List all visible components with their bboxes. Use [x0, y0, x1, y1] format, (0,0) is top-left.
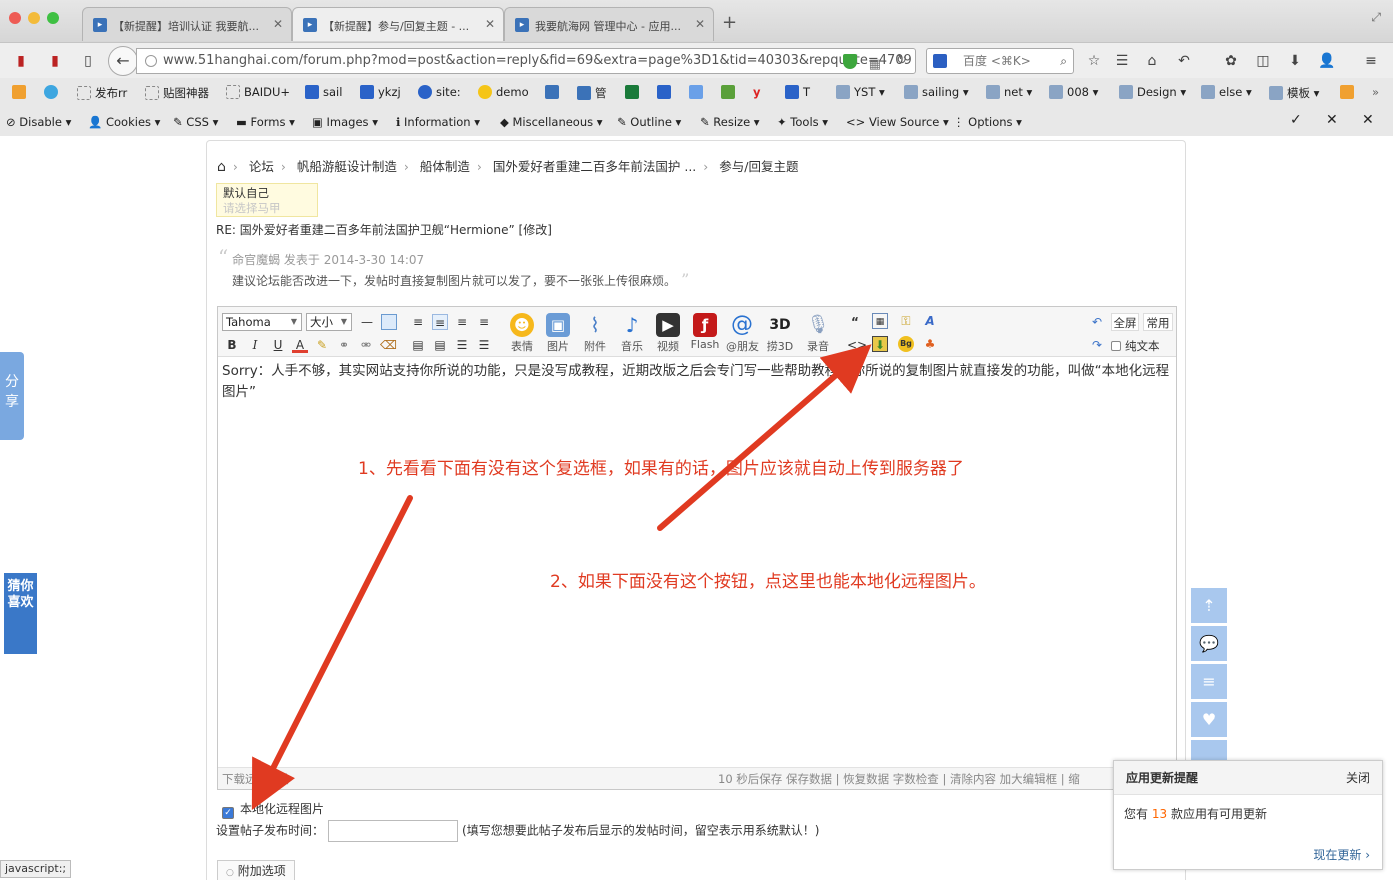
browser-tab-2-active[interactable]: ▸ 【新提醒】参与/回复主题 - ... ✕ — [292, 7, 504, 41]
bookmark-baidu[interactable]: BAIDU+ — [226, 85, 290, 99]
folder-sailing[interactable]: sailing ▾ — [904, 85, 969, 99]
page-content: ⌂ › 论坛 › 帆船游艇设计制造 › 船体制造 › 国外爱好者重建二百多年前法国护 .… — [0, 136, 1393, 880]
bookmark-red-icon[interactable]: ▮ — [12, 52, 30, 70]
bookmark-icon-2[interactable] — [44, 85, 62, 99]
bookmark-sail[interactable]: sail — [305, 85, 342, 99]
tab-title: 【新提醒】培训认证 我要航... — [113, 20, 259, 33]
close-tab-icon[interactable]: ✕ — [485, 17, 495, 31]
dev-forms[interactable]: ▬ Forms ▾ — [236, 115, 295, 129]
folder-yst[interactable]: YST ▾ — [836, 85, 885, 99]
reader-red-icon[interactable]: ▮ — [46, 52, 64, 70]
bookmark-icon-1[interactable] — [12, 85, 30, 99]
bookmark-t[interactable]: T — [785, 85, 810, 99]
bookmark-tietu[interactable]: 贴图神器 — [145, 85, 209, 101]
screenshot-icon[interactable]: ◫ — [1254, 52, 1272, 70]
search-box[interactable]: 百度 <⌘K> ⌕ — [926, 48, 1074, 74]
folder-else[interactable]: else ▾ — [1201, 85, 1252, 99]
url-bar[interactable]: www.51hanghai.com/forum.php?mod=post&act… — [136, 48, 916, 74]
tab-title: 【新提醒】参与/回复主题 - ... — [323, 20, 470, 33]
bookmark-site[interactable]: site: — [418, 85, 461, 99]
bookmark-blue[interactable] — [545, 85, 563, 99]
dev-outline[interactable]: ✎ Outline ▾ — [617, 115, 681, 129]
qr-icon[interactable]: ▦ — [869, 53, 881, 73]
bookmark-y[interactable]: y — [753, 85, 761, 99]
fullscreen-icon[interactable]: ⤢ — [1371, 10, 1381, 25]
close-toolbar-icon[interactable]: ✕ — [1362, 112, 1374, 128]
bookmarks-bar: 发布rr 贴图神器 BAIDU+ sail ykzj site: demo 管 … — [0, 78, 1393, 108]
search-icon[interactable]: ⌕ — [1060, 49, 1067, 73]
site-favicon-icon: ▸ — [515, 18, 529, 32]
user-icon[interactable]: 👤 — [1318, 52, 1336, 70]
web-developer-toolbar: ⊘ Disable ▾ 👤 Cookies ▾ ✎ CSS ▾ ▬ Forms … — [0, 108, 1393, 136]
dev-images[interactable]: ▣ Images ▾ — [312, 115, 378, 129]
close-icon[interactable]: ✕ — [1326, 112, 1338, 128]
annotation-arrows — [251, 344, 872, 811]
url-text: www.51hanghai.com/forum.php?mod=post&act… — [163, 53, 912, 68]
undo-icon[interactable]: ↶ — [1175, 52, 1193, 70]
tab-title: 我要航海网 管理中心 - 应用... — [535, 20, 681, 33]
dev-tools[interactable]: ✦ Tools ▾ — [777, 115, 828, 129]
dev-disable[interactable]: ⊘ Disable ▾ — [6, 115, 71, 129]
browser-chrome: ▸ 【新提醒】培训认证 我要航... ✕ ▸ 【新提醒】参与/回复主题 - ..… — [0, 0, 1393, 136]
site-favicon-icon: ▸ — [303, 18, 317, 32]
site-favicon-icon: ▸ — [93, 18, 107, 32]
minimize-window-button[interactable] — [28, 12, 40, 24]
folder-design[interactable]: Design ▾ — [1119, 85, 1186, 99]
download-icon[interactable]: ⬇ — [1286, 52, 1304, 70]
bookmark-ykzj[interactable]: ykzj — [360, 85, 401, 99]
menu-icon[interactable]: ≡ — [1362, 52, 1380, 70]
dev-misc[interactable]: ◆ Miscellaneous ▾ — [500, 115, 603, 129]
bookmark-fabu[interactable]: 发布rr — [77, 85, 127, 101]
new-tab-button[interactable]: + — [722, 12, 737, 33]
dev-css[interactable]: ✎ CSS ▾ — [173, 115, 218, 129]
shield-icon[interactable] — [843, 54, 857, 69]
close-tab-icon[interactable]: ✕ — [273, 17, 283, 31]
folder-template[interactable]: 模板 ▾ — [1269, 85, 1319, 101]
close-window-button[interactable] — [9, 12, 21, 24]
dev-cookies[interactable]: 👤 Cookies ▾ — [88, 115, 160, 129]
page-icon[interactable]: ▯ — [79, 52, 97, 70]
bookmark-orange[interactable] — [1340, 85, 1358, 99]
navigation-bar: ▮ ▮ ▯ ← www.51hanghai.com/forum.php?mod=… — [0, 42, 1393, 78]
bookmark-guan[interactable]: 管 — [577, 85, 607, 101]
star-icon[interactable]: ☆ — [1085, 52, 1103, 70]
back-button[interactable]: ← — [108, 46, 138, 76]
folder-net[interactable]: net ▾ — [986, 85, 1032, 99]
browser-tab-1[interactable]: ▸ 【新提醒】培训认证 我要航... ✕ — [82, 7, 292, 41]
bookmark-green[interactable] — [625, 85, 643, 99]
dev-resize[interactable]: ✎ Resize ▾ — [700, 115, 760, 129]
home-icon[interactable]: ⌂ — [1143, 52, 1161, 70]
dev-information[interactable]: ℹ Information ▾ — [396, 115, 480, 129]
bookmark-paw[interactable] — [657, 85, 675, 99]
zoom-window-button[interactable] — [47, 12, 59, 24]
search-placeholder: 百度 <⌘K> — [963, 54, 1031, 68]
dev-options[interactable]: ⋮ Options ▾ — [953, 115, 1022, 129]
reload-icon[interactable]: ↻ — [896, 49, 907, 73]
arrow-to-localize-button — [657, 344, 872, 531]
globe-icon — [145, 55, 157, 67]
folder-008[interactable]: 008 ▾ — [1049, 85, 1098, 99]
close-tab-icon[interactable]: ✕ — [695, 17, 705, 31]
check-icon[interactable]: ✓ — [1290, 112, 1302, 128]
tab-strip: ▸ 【新提醒】培训认证 我要航... ✕ ▸ 【新提醒】参与/回复主题 - ..… — [0, 0, 1393, 42]
bookmark-owl[interactable] — [721, 85, 739, 99]
browser-tab-3[interactable]: ▸ 我要航海网 管理中心 - 应用... ✕ — [504, 7, 714, 41]
baidu-engine-icon[interactable] — [933, 54, 947, 68]
dev-view-source[interactable]: <> View Source ▾ — [846, 115, 949, 129]
addon-icon[interactable]: ✿ — [1222, 52, 1240, 70]
bookmarks-list-icon[interactable]: ☰ — [1113, 52, 1131, 70]
arrow-to-checkbox — [251, 495, 413, 811]
bookmark-demo[interactable]: demo — [478, 85, 529, 99]
bookmark-translate[interactable] — [689, 85, 707, 99]
more-bookmarks-icon[interactable]: » — [1372, 85, 1379, 99]
